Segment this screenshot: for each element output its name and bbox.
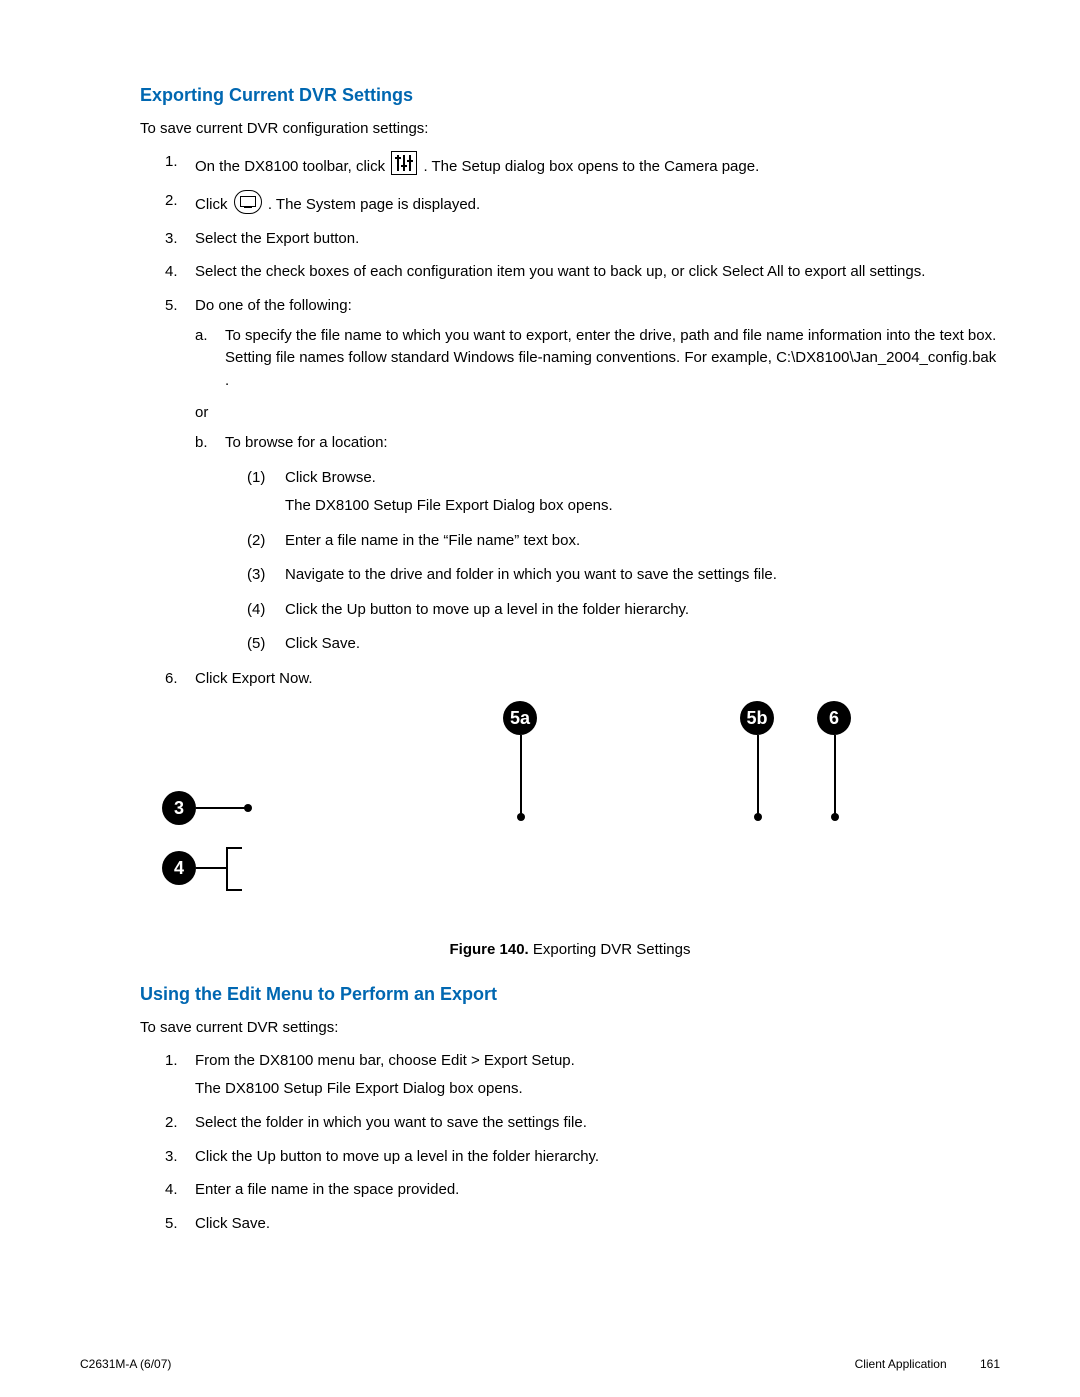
paren-4: (4) Click the Up button to move up a lev… [247, 599, 1000, 622]
paren-1: (1) Click Browse. The DX8100 Setup File … [247, 467, 1000, 518]
paren-num: (5) [247, 633, 265, 656]
callout-6: 6 [817, 701, 851, 735]
callout-badge-5b: 5b [740, 701, 774, 735]
section1-steps: 1. On the DX8100 toolbar, click . The Se… [165, 151, 1000, 689]
step-1: 1. On the DX8100 toolbar, click . The Se… [165, 151, 1000, 178]
callout-5b: 5b [740, 701, 774, 735]
page: Exporting Current DVR Settings To save c… [0, 0, 1080, 1397]
sub-text: To browse for a location: [225, 434, 388, 451]
figure-caption-text: Exporting DVR Settings [529, 941, 691, 958]
callout-line-5b [757, 735, 759, 815]
step-text-post: . The System page is displayed. [268, 196, 480, 213]
figure-diagram: 5a 5b 6 3 4 [140, 701, 1000, 941]
step-num: 3. [165, 1146, 178, 1168]
paren-extra: The DX8100 Setup File Export Dialog box … [285, 495, 1000, 518]
paren-3: (3) Navigate to the drive and folder in … [247, 564, 1000, 587]
figure-caption: Figure 140. Exporting DVR Settings [140, 941, 1000, 958]
step-text: Click the Up button to move up a level i… [195, 1148, 599, 1165]
paren-num: (2) [247, 530, 265, 553]
step-text: Click Save. [195, 1215, 270, 1232]
callout-bracket-4 [226, 847, 242, 891]
step-text: Select the check boxes of each configura… [195, 263, 925, 280]
step5-sub-b: b. To browse for a location: (1) Click B… [195, 432, 1000, 656]
section2-steps: 1. From the DX8100 menu bar, choose Edit… [165, 1050, 1000, 1235]
section1-title: Exporting Current DVR Settings [140, 85, 1000, 106]
sub-text: To specify the file name to which you wa… [225, 327, 996, 389]
step-num: 1. [165, 1050, 178, 1072]
footer-left: C2631M-A (6/07) [80, 1357, 171, 1371]
step-num: 6. [165, 668, 178, 690]
callout-dot-6 [831, 813, 839, 821]
step-text-pre: Click [195, 196, 232, 213]
section1-lead: To save current DVR configuration settin… [140, 120, 1000, 137]
step-text: From the DX8100 menu bar, choose Edit > … [195, 1052, 575, 1069]
section2-lead: To save current DVR settings: [140, 1019, 1000, 1036]
s2-step-3: 3. Click the Up button to move up a leve… [165, 1146, 1000, 1168]
step-text-post: . The Setup dialog box opens to the Came… [423, 158, 759, 175]
s2-step-1: 1. From the DX8100 menu bar, choose Edit… [165, 1050, 1000, 1100]
step-num: 5. [165, 1213, 178, 1235]
paren-2: (2) Enter a file name in the “File name”… [247, 530, 1000, 553]
step5a: a. To specify the file name to which you… [195, 325, 1000, 393]
step-text: Select the Export button. [195, 230, 359, 247]
paren-num: (1) [247, 467, 265, 490]
step-num: 3. [165, 228, 178, 250]
or-separator: or [195, 402, 1000, 424]
callout-dot-3 [244, 804, 252, 812]
step-text: Do one of the following: [195, 297, 352, 314]
step5-sub: a. To specify the file name to which you… [195, 325, 1000, 393]
callout-line-3 [196, 807, 246, 809]
figure-caption-label: Figure 140. [450, 941, 529, 958]
step-num: 2. [165, 1112, 178, 1134]
sub-num: b. [195, 432, 208, 455]
step-5: 5. Do one of the following: a. To specif… [165, 295, 1000, 656]
step-num: 4. [165, 261, 178, 283]
footer-section: Client Application [855, 1357, 947, 1371]
callout-badge-4: 4 [162, 851, 196, 885]
paren-5: (5) Click Save. [247, 633, 1000, 656]
callout-badge-3: 3 [162, 791, 196, 825]
paren-text: Enter a file name in the “File name” tex… [285, 532, 580, 549]
setup-icon [391, 151, 417, 175]
callout-line-5a [520, 735, 522, 815]
step-2: 2. Click . The System page is displayed. [165, 190, 1000, 216]
callout-dot-5b [754, 813, 762, 821]
paren-text: Click the Up button to move up a level i… [285, 601, 689, 618]
step-num: 4. [165, 1179, 178, 1201]
callout-dot-5a [517, 813, 525, 821]
callout-line-6 [834, 735, 836, 815]
step-text-pre: On the DX8100 toolbar, click [195, 158, 389, 175]
step-num: 1. [165, 151, 178, 173]
step-extra: The DX8100 Setup File Export Dialog box … [195, 1078, 1000, 1100]
footer-page-number: 161 [980, 1357, 1000, 1371]
paren-text: Click Browse. [285, 469, 376, 486]
step-num: 5. [165, 295, 178, 317]
section2-title: Using the Edit Menu to Perform an Export [140, 984, 1000, 1005]
footer-right: Client Application 161 [855, 1357, 1000, 1371]
callout-badge-5a: 5a [503, 701, 537, 735]
s2-step-4: 4. Enter a file name in the space provid… [165, 1179, 1000, 1201]
step-4: 4. Select the check boxes of each config… [165, 261, 1000, 283]
callout-5a: 5a [503, 701, 537, 735]
system-icon [234, 190, 262, 214]
step-num: 2. [165, 190, 178, 212]
paren-text: Navigate to the drive and folder in whic… [285, 566, 777, 583]
paren-num: (3) [247, 564, 265, 587]
step-text: Enter a file name in the space provided. [195, 1181, 459, 1198]
sub-num: a. [195, 325, 208, 348]
callout-4: 4 [162, 851, 196, 885]
s2-step-5: 5. Click Save. [165, 1213, 1000, 1235]
step5b: b. To browse for a location: (1) Click B… [195, 432, 1000, 656]
callout-badge-6: 6 [817, 701, 851, 735]
step-3: 3. Select the Export button. [165, 228, 1000, 250]
paren-text: Click Save. [285, 635, 360, 652]
paren-num: (4) [247, 599, 265, 622]
step-text: Click Export Now. [195, 670, 313, 687]
s2-step-2: 2. Select the folder in which you want t… [165, 1112, 1000, 1134]
step5b-paren: (1) Click Browse. The DX8100 Setup File … [247, 467, 1000, 656]
step-6: 6. Click Export Now. [165, 668, 1000, 690]
step-text: Select the folder in which you want to s… [195, 1114, 587, 1131]
callout-3: 3 [162, 791, 196, 825]
callout-line-4 [196, 867, 226, 869]
